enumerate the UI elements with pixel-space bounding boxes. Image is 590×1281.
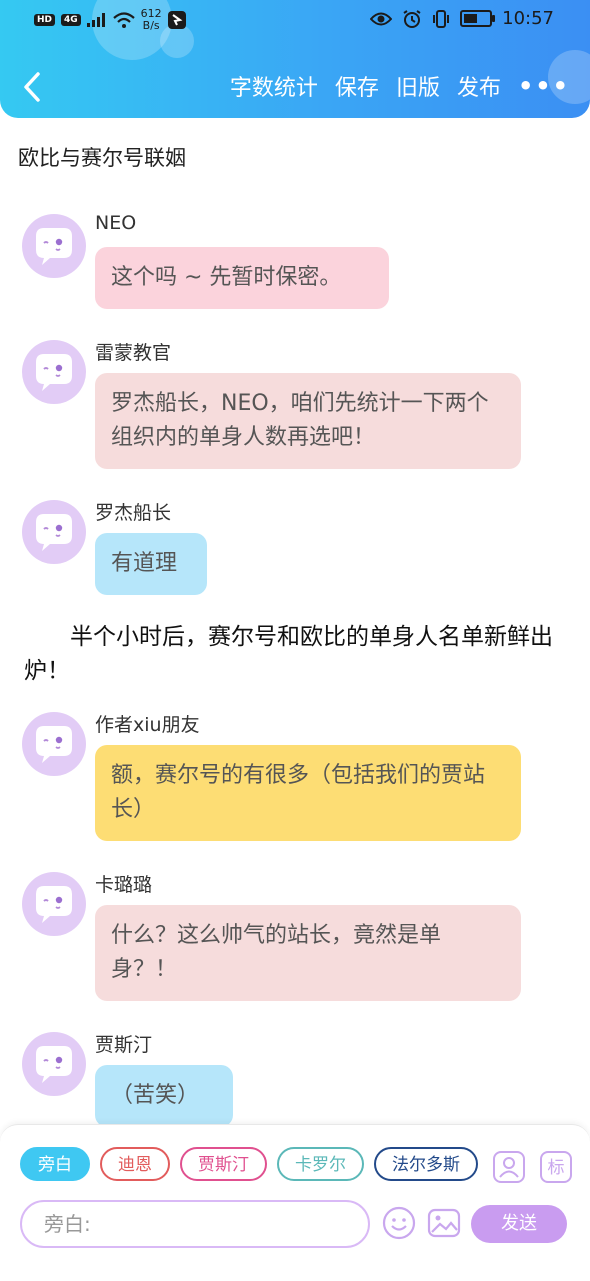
narration-text[interactable]: 半个小时后，赛尔号和欧比的单身人名单新鲜出炉！ [24,620,564,688]
speaker-name: NEO [95,212,137,234]
vibrate-icon [433,9,450,28]
role-manage-button[interactable] [493,1151,525,1183]
avatar[interactable] [22,1032,86,1096]
more-icon[interactable]: ••• [518,72,570,100]
net-speed: 612 B/s [141,8,162,32]
speaker-name: 卡璐璐 [95,874,153,896]
wifi-icon [112,12,135,28]
role-chip-narrator[interactable]: 旁白 [20,1147,90,1181]
chat-bubble-face-icon [36,514,72,551]
role-chip[interactable]: 迪恩 [100,1147,170,1181]
role-chip[interactable]: 法尔多斯 [374,1147,478,1181]
chat-bubble-face-icon [36,1046,72,1083]
word-count-button[interactable]: 字数统计 [230,70,318,102]
person-icon [499,1157,519,1178]
chat-bubble-face-icon [36,726,72,763]
alarm-icon [403,9,421,28]
save-button[interactable]: 保存 [335,70,379,102]
message-bubble[interactable]: 罗杰船长，NEO，咱们先统计一下两个组织内的单身人数再选吧！ [95,373,521,469]
avatar[interactable] [22,500,86,564]
speaker-name: 罗杰船长 [95,502,172,524]
network-indicator: 4G [61,14,81,26]
avatar[interactable] [22,340,86,404]
battery-icon [460,10,496,27]
message-bubble[interactable]: 这个吗 ~ 先暂时保密。 [95,247,389,309]
composer-panel: 旁白 迪恩 贾斯汀 卡罗尔 法尔多斯 标 旁白: 发送 [0,1124,590,1281]
back-icon[interactable] [20,70,44,104]
status-bar: HD 4G 612 B/s 10:57 [0,0,590,40]
message-bubble[interactable]: 什么？这么帅气的站长，竟然是单身？！ [95,905,521,1001]
message-bubble[interactable]: （苦笑） [95,1065,233,1127]
speaker-name: 雷蒙教官 [95,342,172,364]
speaker-name: 贾斯汀 [95,1034,153,1056]
send-button[interactable]: 发送 [471,1205,567,1243]
app-notification-icon [167,11,186,29]
signal-icon [86,13,105,27]
battery-level [464,14,478,23]
app-header: HD 4G 612 B/s 10:57 字数统计 保存 旧版 发布 ••• [0,0,590,118]
chat-bubble-face-icon [36,886,72,923]
nav-bar: 字数统计 保存 旧版 发布 ••• [0,66,590,110]
avatar[interactable] [22,712,86,776]
net-speed-unit: B/s [142,19,160,32]
eye-icon [370,12,393,25]
role-chip[interactable]: 卡罗尔 [277,1147,364,1181]
avatar[interactable] [22,214,86,278]
mark-button[interactable]: 标 [540,1151,572,1183]
clock: 10:57 [502,8,554,29]
avatar[interactable] [22,872,86,936]
message-bubble[interactable]: 有道理 [95,533,207,595]
role-selector: 旁白 迪恩 贾斯汀 卡罗尔 法尔多斯 [20,1147,480,1187]
old-version-button[interactable]: 旧版 [396,70,440,102]
message-bubble[interactable]: 额，赛尔号的有很多（包括我们的贾站长） [95,745,521,841]
image-icon[interactable] [426,1205,462,1241]
chat-bubble-face-icon [36,228,72,265]
publish-button[interactable]: 发布 [457,70,501,102]
role-chip[interactable]: 贾斯汀 [180,1147,267,1181]
message-input[interactable]: 旁白: [20,1200,370,1248]
speaker-name: 作者xiu朋友 [95,714,200,736]
chat-bubble-face-icon [36,354,72,391]
emoji-icon[interactable] [381,1205,417,1241]
page-title: 欧比与赛尔号联姻 [18,146,186,170]
hd-indicator: HD [34,14,56,26]
